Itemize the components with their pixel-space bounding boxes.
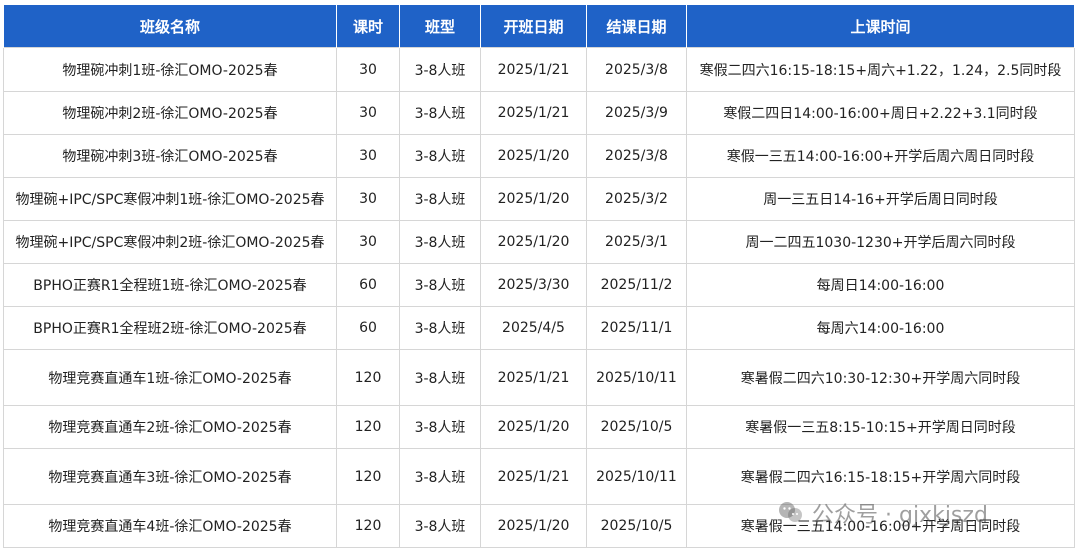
cell-class-name: 物理碗冲刺3班-徐汇OMO-2025春 xyxy=(3,134,337,178)
table-row: 物理竞赛直通车2班-徐汇OMO-2025春 120 3-8人班 2025/1/2… xyxy=(3,405,1075,449)
cell-class-name: BPHO正赛R1全程班2班-徐汇OMO-2025春 xyxy=(3,306,337,350)
table-header-row: 班级名称 课时 班型 开班日期 结课日期 上课时间 xyxy=(3,5,1075,48)
cell-start-date: 2025/1/21 xyxy=(480,91,587,135)
cell-class-name: BPHO正赛R1全程班1班-徐汇OMO-2025春 xyxy=(3,263,337,307)
cell-start-date: 2025/1/20 xyxy=(480,134,587,178)
cell-class-time: 寒暑假一三五8:15-10:15+开学周日同时段 xyxy=(686,405,1075,449)
cell-end-date: 2025/3/9 xyxy=(586,91,687,135)
header-class-type: 班型 xyxy=(399,5,481,48)
cell-end-date: 2025/3/2 xyxy=(586,177,687,221)
schedule-table-container: 班级名称 课时 班型 开班日期 结课日期 上课时间 物理碗冲刺1班-徐汇OMO-… xyxy=(3,5,1075,548)
table-row: 物理碗+IPC/SPC寒假冲刺2班-徐汇OMO-2025春 30 3-8人班 2… xyxy=(3,220,1075,264)
cell-end-date: 2025/10/11 xyxy=(586,349,687,406)
cell-class-name: 物理碗+IPC/SPC寒假冲刺1班-徐汇OMO-2025春 xyxy=(3,177,337,221)
cell-start-date: 2025/1/21 xyxy=(480,47,587,92)
cell-end-date: 2025/11/1 xyxy=(586,306,687,350)
cell-start-date: 2025/1/21 xyxy=(480,448,587,505)
table-row: 物理竞赛直通车4班-徐汇OMO-2025春 120 3-8人班 2025/1/2… xyxy=(3,504,1075,548)
cell-class-time: 周一二四五1030-1230+开学后周六同时段 xyxy=(686,220,1075,264)
cell-end-date: 2025/10/5 xyxy=(586,405,687,449)
cell-start-date: 2025/1/20 xyxy=(480,177,587,221)
cell-hours: 120 xyxy=(336,448,400,505)
cell-class-name: 物理碗冲刺2班-徐汇OMO-2025春 xyxy=(3,91,337,135)
cell-hours: 30 xyxy=(336,177,400,221)
cell-class-name: 物理竞赛直通车4班-徐汇OMO-2025春 xyxy=(3,504,337,548)
cell-hours: 120 xyxy=(336,349,400,406)
cell-hours: 30 xyxy=(336,134,400,178)
table-row: BPHO正赛R1全程班2班-徐汇OMO-2025春 60 3-8人班 2025/… xyxy=(3,306,1075,350)
cell-class-type: 3-8人班 xyxy=(399,405,481,449)
cell-hours: 60 xyxy=(336,263,400,307)
cell-start-date: 2025/1/20 xyxy=(480,220,587,264)
cell-class-time: 每周日14:00-16:00 xyxy=(686,263,1075,307)
header-hours: 课时 xyxy=(336,5,400,48)
cell-class-type: 3-8人班 xyxy=(399,47,481,92)
table-row: 物理竞赛直通车3班-徐汇OMO-2025春 120 3-8人班 2025/1/2… xyxy=(3,448,1075,505)
cell-class-type: 3-8人班 xyxy=(399,448,481,505)
cell-end-date: 2025/10/11 xyxy=(586,448,687,505)
table-row: 物理碗+IPC/SPC寒假冲刺1班-徐汇OMO-2025春 30 3-8人班 2… xyxy=(3,177,1075,221)
cell-class-time: 寒假二四六16:15-18:15+周六+1.22，1.24，2.5同时段 xyxy=(686,47,1075,92)
cell-class-time: 每周六14:00-16:00 xyxy=(686,306,1075,350)
cell-class-name: 物理竞赛直通车2班-徐汇OMO-2025春 xyxy=(3,405,337,449)
cell-end-date: 2025/10/5 xyxy=(586,504,687,548)
table-row: 物理竞赛直通车1班-徐汇OMO-2025春 120 3-8人班 2025/1/2… xyxy=(3,349,1075,406)
cell-class-type: 3-8人班 xyxy=(399,263,481,307)
cell-hours: 120 xyxy=(336,504,400,548)
cell-class-name: 物理竞赛直通车1班-徐汇OMO-2025春 xyxy=(3,349,337,406)
cell-hours: 30 xyxy=(336,91,400,135)
header-class-name: 班级名称 xyxy=(3,5,337,48)
cell-hours: 30 xyxy=(336,47,400,92)
table-row: 物理碗冲刺1班-徐汇OMO-2025春 30 3-8人班 2025/1/21 2… xyxy=(3,47,1075,92)
cell-class-type: 3-8人班 xyxy=(399,134,481,178)
cell-class-time: 寒假一三五14:00-16:00+开学后周六周日同时段 xyxy=(686,134,1075,178)
cell-class-type: 3-8人班 xyxy=(399,306,481,350)
cell-class-type: 3-8人班 xyxy=(399,349,481,406)
cell-start-date: 2025/4/5 xyxy=(480,306,587,350)
cell-class-type: 3-8人班 xyxy=(399,504,481,548)
cell-class-type: 3-8人班 xyxy=(399,177,481,221)
cell-class-time: 寒暑假一三五14:00-16:00+开学周日同时段 xyxy=(686,504,1075,548)
table-row: BPHO正赛R1全程班1班-徐汇OMO-2025春 60 3-8人班 2025/… xyxy=(3,263,1075,307)
cell-end-date: 2025/11/2 xyxy=(586,263,687,307)
header-class-time: 上课时间 xyxy=(686,5,1075,48)
cell-class-name: 物理碗+IPC/SPC寒假冲刺2班-徐汇OMO-2025春 xyxy=(3,220,337,264)
table-row: 物理碗冲刺2班-徐汇OMO-2025春 30 3-8人班 2025/1/21 2… xyxy=(3,91,1075,135)
cell-start-date: 2025/1/21 xyxy=(480,349,587,406)
cell-hours: 30 xyxy=(336,220,400,264)
cell-hours: 60 xyxy=(336,306,400,350)
cell-class-time: 寒假二四日14:00-16:00+周日+2.22+3.1同时段 xyxy=(686,91,1075,135)
cell-end-date: 2025/3/8 xyxy=(586,134,687,178)
cell-class-name: 物理碗冲刺1班-徐汇OMO-2025春 xyxy=(3,47,337,92)
cell-start-date: 2025/1/20 xyxy=(480,504,587,548)
cell-class-time: 寒暑假二四六16:15-18:15+开学周六同时段 xyxy=(686,448,1075,505)
header-start-date: 开班日期 xyxy=(480,5,587,48)
table-row: 物理碗冲刺3班-徐汇OMO-2025春 30 3-8人班 2025/1/20 2… xyxy=(3,134,1075,178)
cell-class-time: 寒暑假二四六10:30-12:30+开学周六同时段 xyxy=(686,349,1075,406)
cell-start-date: 2025/1/20 xyxy=(480,405,587,449)
class-schedule-table: 班级名称 课时 班型 开班日期 结课日期 上课时间 物理碗冲刺1班-徐汇OMO-… xyxy=(3,5,1075,548)
cell-class-type: 3-8人班 xyxy=(399,220,481,264)
header-end-date: 结课日期 xyxy=(586,5,687,48)
cell-class-type: 3-8人班 xyxy=(399,91,481,135)
cell-hours: 120 xyxy=(336,405,400,449)
cell-start-date: 2025/3/30 xyxy=(480,263,587,307)
cell-end-date: 2025/3/1 xyxy=(586,220,687,264)
cell-class-name: 物理竞赛直通车3班-徐汇OMO-2025春 xyxy=(3,448,337,505)
cell-class-time: 周一三五日14-16+开学后周日同时段 xyxy=(686,177,1075,221)
cell-end-date: 2025/3/8 xyxy=(586,47,687,92)
